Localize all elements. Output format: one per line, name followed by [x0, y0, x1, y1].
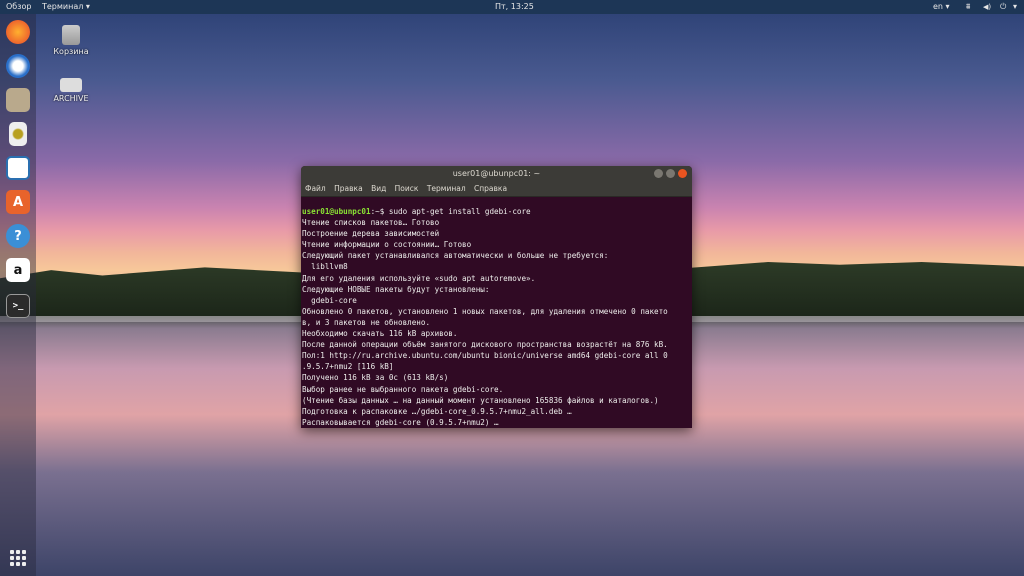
- trash-icon: [62, 25, 80, 45]
- clock[interactable]: Пт, 13:25: [495, 0, 534, 14]
- output-line: Получено 116 kB за 0с (613 kB/s): [302, 373, 449, 383]
- language-indicator[interactable]: en ▾: [933, 0, 950, 14]
- prompt-user: user01@ubunpc01: [302, 207, 371, 216]
- volume-icon[interactable]: ◀): [983, 0, 991, 14]
- rhythmbox-icon[interactable]: [9, 122, 27, 146]
- output-line: Выбор ранее не выбранного пакета gdebi-c…: [302, 384, 504, 394]
- top-bar: Обзор Терминал ▾ Пт, 13:25 en ▾ ⩩ ◀) ⏻ ▾: [0, 0, 1024, 14]
- command-text: sudo apt-get install gdebi-core: [388, 207, 531, 216]
- system-menu-arrow-icon[interactable]: ▾: [1013, 0, 1017, 14]
- output-line: Чтение информации о состоянии… Готово: [302, 240, 472, 250]
- output-line: Следующий пакет устанавливался автоматич…: [302, 251, 609, 261]
- output-line: Чтение списков пакетов… Готово: [302, 218, 440, 228]
- terminal-titlebar[interactable]: user01@ubunpc01: ~: [301, 166, 692, 181]
- output-line: После данной операции объём занятого дис…: [302, 340, 668, 350]
- maximize-button[interactable]: [666, 169, 675, 178]
- menu-terminal[interactable]: Терминал: [427, 184, 466, 193]
- output-line: Следующие НОВЫЕ пакеты будут установлены…: [302, 284, 490, 294]
- amazon-icon[interactable]: a: [6, 258, 30, 282]
- help-icon[interactable]: ?: [6, 224, 30, 248]
- drive-icon: [60, 78, 82, 92]
- output-line: в, и 3 пакетов не обновлено.: [302, 317, 431, 327]
- network-icon[interactable]: ⩩: [966, 0, 970, 14]
- prompt-suffix: :~$: [370, 207, 389, 216]
- menu-view[interactable]: Вид: [371, 184, 386, 193]
- terminal-icon[interactable]: >_: [6, 294, 30, 318]
- app-menu-button[interactable]: Терминал ▾: [42, 0, 90, 14]
- trash-label: Корзина: [53, 47, 89, 56]
- terminal-window[interactable]: user01@ubunpc01: ~ Файл Правка Вид Поиск…: [301, 166, 692, 428]
- output-line: Построение дерева зависимостей: [302, 229, 440, 239]
- output-line: Пол:1 http://ru.archive.ubuntu.com/ubunt…: [302, 351, 668, 361]
- show-applications-icon[interactable]: [10, 550, 26, 566]
- output-line: Подготовка к распаковке …/gdebi-core_0.9…: [302, 406, 572, 416]
- libreoffice-writer-icon[interactable]: [6, 156, 30, 180]
- terminal-output[interactable]: user01@ubunpc01:~$ sudo apt-get install …: [301, 197, 692, 428]
- menu-search[interactable]: Поиск: [395, 184, 419, 193]
- output-line: Распаковывается gdebi-core (0.9.5.7+nmu2…: [302, 417, 499, 427]
- output-line: .9.5.7+nmu2 [116 kB]: [302, 362, 394, 372]
- output-line: Обновлено 0 пакетов, установлено 1 новых…: [302, 306, 668, 316]
- desktop-trash[interactable]: Корзина: [46, 25, 96, 56]
- close-button[interactable]: [678, 169, 687, 178]
- output-line: Необходимо скачать 116 kB архивов.: [302, 329, 458, 339]
- thunderbird-icon[interactable]: [6, 54, 30, 78]
- desktop-archive[interactable]: ARCHIVE: [46, 78, 96, 103]
- power-icon[interactable]: ⏻: [1000, 0, 1006, 14]
- dock: A ? a >_: [0, 14, 36, 576]
- menu-help[interactable]: Справка: [474, 184, 507, 193]
- firefox-icon[interactable]: [6, 20, 30, 44]
- minimize-button[interactable]: [654, 169, 663, 178]
- output-line: gdebi-core: [302, 295, 357, 305]
- archive-label: ARCHIVE: [53, 94, 89, 103]
- output-line: libllvm8: [302, 262, 348, 272]
- software-center-icon[interactable]: A: [6, 190, 30, 214]
- output-line: (Чтение базы данных … на данный момент у…: [302, 395, 659, 405]
- output-line: Для его удаления используйте «sudo apt a…: [302, 273, 536, 283]
- menu-edit[interactable]: Правка: [334, 184, 363, 193]
- terminal-menubar: Файл Правка Вид Поиск Терминал Справка: [301, 181, 692, 197]
- window-title: user01@ubunpc01: ~: [452, 169, 541, 178]
- menu-file[interactable]: Файл: [305, 184, 326, 193]
- activities-button[interactable]: Обзор: [6, 0, 31, 14]
- files-icon[interactable]: [6, 88, 30, 112]
- command-line: user01@ubunpc01:~$ sudo apt-get install …: [302, 206, 691, 217]
